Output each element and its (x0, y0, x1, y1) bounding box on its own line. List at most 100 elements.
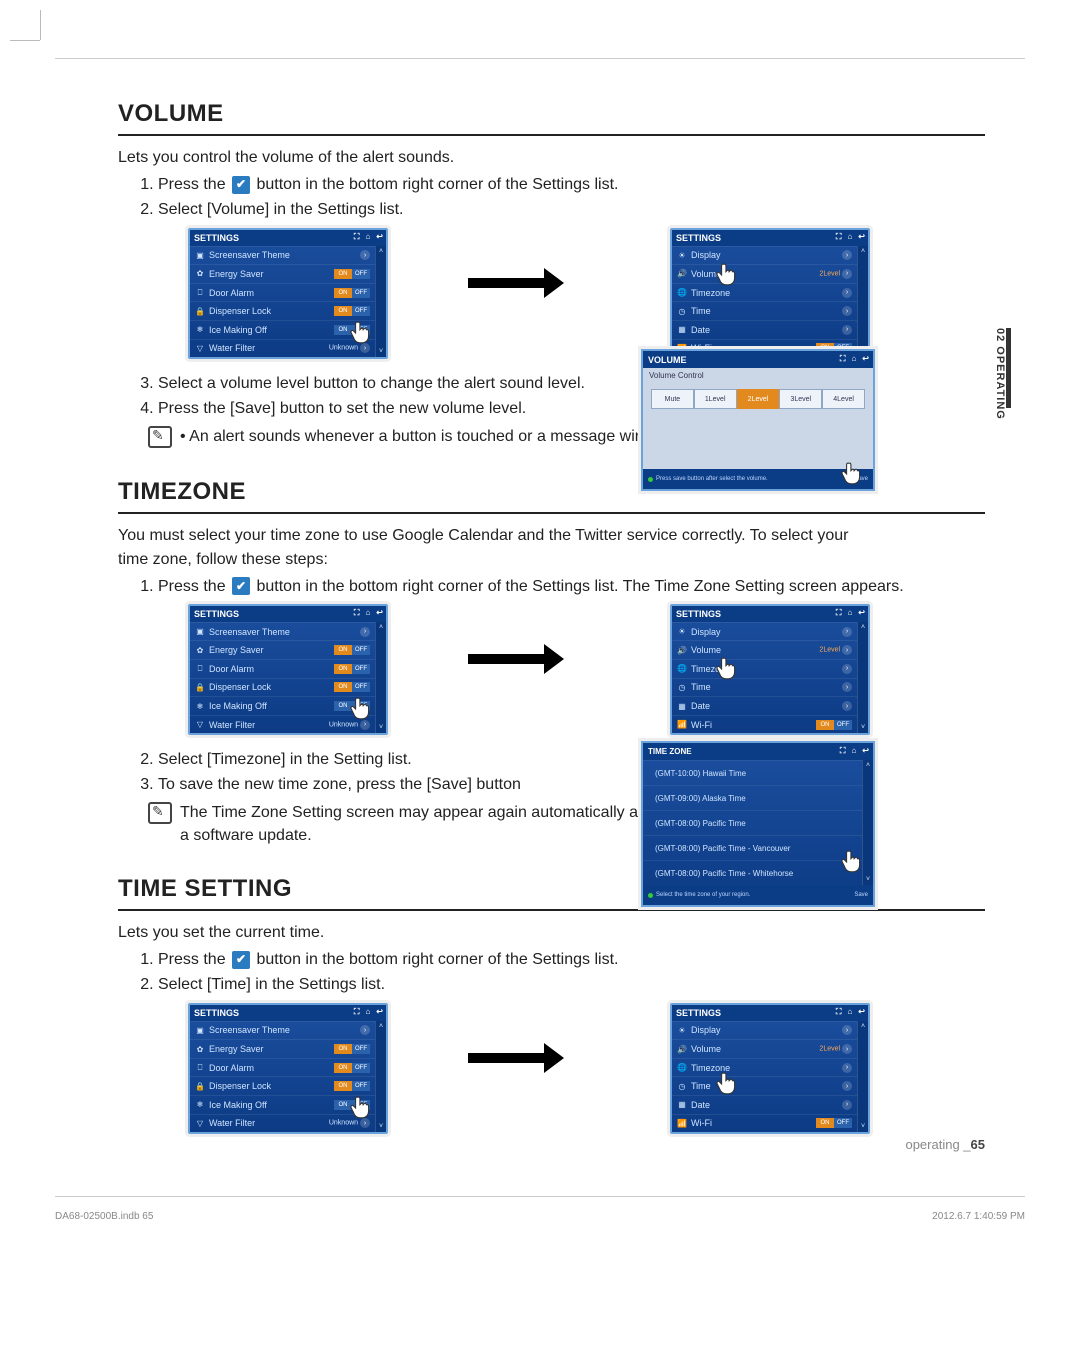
settings-row[interactable]: 🔊Volume2Level › (672, 264, 857, 283)
settings-row[interactable]: 🔒Dispenser LockONOFF (190, 1076, 375, 1095)
speaker-icon: 🔊 (677, 269, 687, 279)
settings-row[interactable]: ❄Ice Making OffONOFF (190, 1095, 375, 1114)
settings-row-label: Energy Saver (209, 645, 264, 655)
volume-level-option[interactable]: 4Level (822, 389, 865, 409)
settings-row[interactable]: ⎕Door AlarmONOFF (190, 1058, 375, 1077)
toggle[interactable]: ONOFF (334, 269, 370, 279)
settings-row[interactable]: ❄Ice Making OffONOFF (190, 320, 375, 339)
settings-row[interactable]: ▣Screensaver Theme› (190, 1021, 375, 1040)
settings-row-label: Screensaver Theme (209, 1025, 290, 1035)
filter-icon: ▽ (195, 1118, 205, 1128)
timezone-option[interactable]: (GMT-08:00) Pacific Time - Whitehorse (643, 860, 862, 885)
timezone-option[interactable]: (GMT-08:00) Pacific Time - Vancouver (643, 835, 862, 860)
settings-row[interactable]: ◷Time› (672, 678, 857, 697)
toggle[interactable]: ONOFF (334, 1081, 370, 1091)
volume-level-option[interactable]: 1Level (694, 389, 737, 409)
lock-icon: 🔒 (195, 306, 205, 316)
timezone-option[interactable]: (GMT-10:00) Hawaii Time (643, 760, 862, 785)
settings-row-label: Wi-Fi (691, 720, 712, 730)
toggle[interactable]: ONOFF (334, 306, 370, 316)
chevron-right-icon: › (842, 627, 852, 637)
toggle[interactable]: ONOFF (334, 1100, 370, 1110)
settings-row[interactable]: ▦Date› (672, 696, 857, 715)
down-arrow-button-icon (232, 577, 250, 595)
timezone-option[interactable]: (GMT-09:00) Alaska Time (643, 785, 862, 810)
scroll-up-icon[interactable]: ˄ (861, 248, 865, 255)
volume-footer-msg: Press save button after select the volum… (656, 476, 768, 482)
chevron-right-icon: › (842, 288, 852, 298)
settings-row[interactable]: ▽Water FilterUnknown › (190, 715, 375, 734)
clock-icon: ◷ (677, 682, 687, 692)
settings-row-label: Timezone (691, 288, 730, 298)
settings-row[interactable]: ▽Water FilterUnknown › (190, 339, 375, 358)
volume-level-buttons[interactable]: Mute1Level2Level3Level4Level (651, 389, 865, 409)
wifi-icon: 📶 (677, 720, 687, 730)
settings-row[interactable]: ❄Ice Making OffONOFF (190, 696, 375, 715)
toggle[interactable]: ONOFF (334, 288, 370, 298)
toggle[interactable]: ONOFF (334, 1044, 370, 1054)
door-icon: ⎕ (195, 288, 205, 298)
settings-row[interactable]: ◷Time› (672, 1076, 857, 1095)
settings-row[interactable]: ✿Energy SaverONOFF (190, 264, 375, 283)
toggle[interactable]: ONOFF (334, 664, 370, 674)
scroll-down-icon[interactable]: ˅ (379, 348, 383, 355)
time-step1a: Press the (158, 951, 230, 968)
toggle[interactable]: ONOFF (816, 1118, 852, 1128)
lock-icon: 🔒 (195, 682, 205, 692)
settings-row[interactable]: ▣Screensaver Theme› (190, 246, 375, 265)
settings-row[interactable]: 🔊Volume2Level › (672, 640, 857, 659)
print-footer-left: DA68-02500B.indb 65 (55, 1211, 153, 1222)
print-footer: DA68-02500B.indb 65 2012.6.7 1:40:59 PM (55, 1211, 1025, 1222)
settings-row[interactable]: 🌐 Timezone › (672, 283, 857, 302)
clock-icon: ◷ (677, 1081, 687, 1091)
settings-row[interactable]: ⎕Door AlarmONOFF (190, 659, 375, 678)
settings-row[interactable]: ▽Water FilterUnknown › (190, 1114, 375, 1133)
settings-row[interactable]: 🌐Timezone› (672, 659, 857, 678)
scrollbar[interactable]: ˄ ˅ (375, 246, 386, 358)
filter-icon: ▽ (195, 720, 205, 730)
settings-row[interactable]: ☀Display› (672, 246, 857, 265)
settings-row[interactable]: ✿Energy SaverONOFF (190, 640, 375, 659)
save-button[interactable]: Save (854, 476, 868, 482)
settings-row[interactable]: 🔒Dispenser LockONOFF (190, 678, 375, 697)
volume-level-option[interactable]: 2Level (737, 389, 780, 409)
tz-step1b: button in the bottom right corner of the… (252, 578, 904, 595)
settings-row[interactable]: ▣Screensaver Theme› (190, 622, 375, 641)
volume-level-option[interactable]: 3Level (779, 389, 822, 409)
status-text: 2Level › (819, 645, 852, 655)
globe-icon: 🌐 (677, 288, 687, 298)
toggle[interactable]: ONOFF (334, 1063, 370, 1073)
settings-row[interactable]: 📶 Wi-Fi ONOFF (672, 715, 857, 734)
scroll-up-icon[interactable]: ˄ (379, 248, 383, 255)
toggle[interactable]: ONOFF (334, 682, 370, 692)
settings-row[interactable]: ✿Energy SaverONOFF (190, 1039, 375, 1058)
time-step2: Select [Time] in the Settings list. (158, 973, 985, 996)
timezone-steps: Press the button in the bottom right cor… (158, 575, 985, 598)
settings-row[interactable]: 📶Wi-FiONOFF (672, 1114, 857, 1133)
settings-row[interactable]: ▦Date› (672, 320, 857, 339)
calendar-icon: ▦ (677, 1100, 687, 1110)
save-button[interactable]: Save (854, 892, 868, 898)
settings-row[interactable]: ▦Date› (672, 1095, 857, 1114)
toggle[interactable]: ONOFF (816, 720, 852, 730)
down-arrow-button-icon (232, 951, 250, 969)
settings-row[interactable]: ◷Time› (672, 301, 857, 320)
clock-icon: ◷ (677, 306, 687, 316)
toggle[interactable]: ONOFF (334, 325, 370, 335)
scrollbar[interactable]: ˄ ˅ (857, 246, 868, 358)
leaf-icon: ✿ (195, 1044, 205, 1054)
crop-mark (40, 10, 41, 40)
settings-title: SETTINGS (194, 233, 239, 243)
settings-row[interactable]: 🔊Volume2Level › (672, 1039, 857, 1058)
tz-note: The Time Zone Setting screen may appear … (180, 804, 661, 843)
timezone-option[interactable]: (GMT-08:00) Pacific Time (643, 810, 862, 835)
volume-level-option[interactable]: Mute (651, 389, 694, 409)
settings-row[interactable]: 🌐Timezone› (672, 1058, 857, 1077)
time-intro: Lets you set the current time. (118, 921, 985, 944)
settings-row[interactable]: ⎕Door AlarmONOFF (190, 283, 375, 302)
toggle[interactable]: ONOFF (334, 645, 370, 655)
toggle[interactable]: ONOFF (334, 701, 370, 711)
settings-row[interactable]: ☀Display› (672, 1021, 857, 1040)
settings-row[interactable]: 🔒Dispenser LockONOFF (190, 301, 375, 320)
settings-row[interactable]: ☀Display› (672, 622, 857, 641)
